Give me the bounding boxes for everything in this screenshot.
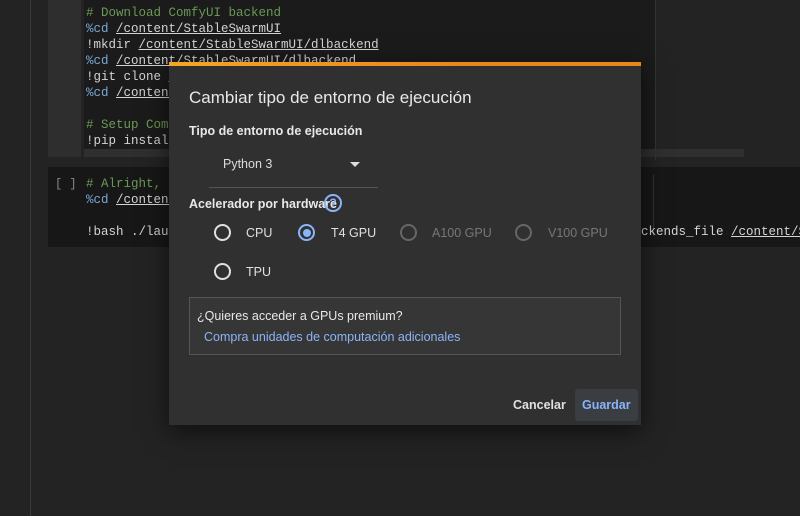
dialog-title: Cambiar tipo de entorno de ejecución (189, 88, 472, 107)
radio-label-a100-gpu[interactable]: A100 GPU (432, 226, 492, 240)
radio-label-cpu[interactable]: CPU (246, 226, 272, 240)
run-cell-button[interactable]: [ ] (55, 177, 77, 191)
radio-v100-gpu[interactable] (515, 224, 532, 241)
runtime-type-value: Python 3 (223, 157, 273, 171)
premium-gpu-box: ¿Quieres acceder a GPUs premium? Compra … (189, 297, 621, 355)
code-cell-2-source[interactable]: # Alright, l %cd /content !bash ./laun (86, 176, 176, 240)
radio-label-t4-gpu[interactable]: T4 GPU (331, 226, 376, 240)
code-line: %cd /content/StableSwarmUI (86, 22, 282, 36)
cancel-button[interactable]: Cancelar (506, 389, 573, 421)
radio-t4-gpu[interactable] (298, 224, 315, 241)
radio-tpu[interactable] (214, 263, 231, 280)
code-line: !bash ./laun (86, 225, 177, 239)
code-path: /content/S (731, 225, 800, 239)
code-line: # Download ComfyUI backend (86, 6, 282, 20)
radio-label-v100-gpu[interactable]: V100 GPU (548, 226, 608, 240)
code-line: %cd /content (86, 193, 177, 207)
runtime-type-select[interactable]: Python 3 (209, 144, 378, 188)
code-text: ckends_file (641, 225, 724, 239)
code-line: # Alright, l (86, 177, 177, 191)
save-button[interactable]: Guardar (575, 389, 638, 421)
cell-1-gutter[interactable] (48, 0, 81, 157)
code-line-tail: ckends_file /content/S (641, 224, 800, 240)
radio-a100-gpu[interactable] (400, 224, 417, 241)
dropdown-caret-icon (350, 162, 360, 167)
help-icon[interactable]: ? (324, 194, 342, 212)
buy-compute-units-link[interactable]: Compra unidades de computación adicional… (204, 330, 460, 344)
premium-question: ¿Quieres acceder a GPUs premium? (197, 309, 403, 323)
change-runtime-dialog: Cambiar tipo de entorno de ejecución Tip… (169, 62, 641, 425)
radio-cpu[interactable] (214, 224, 231, 241)
accelerator-label: Acelerador por hardware (189, 197, 337, 211)
gutter-line (30, 0, 31, 516)
cell-divider (655, 0, 656, 160)
runtime-type-label: Tipo de entorno de ejecución (189, 124, 363, 138)
radio-label-tpu[interactable]: TPU (246, 265, 271, 279)
code-line: !mkdir /content/StableSwarmUI/dlbackend (86, 38, 379, 52)
